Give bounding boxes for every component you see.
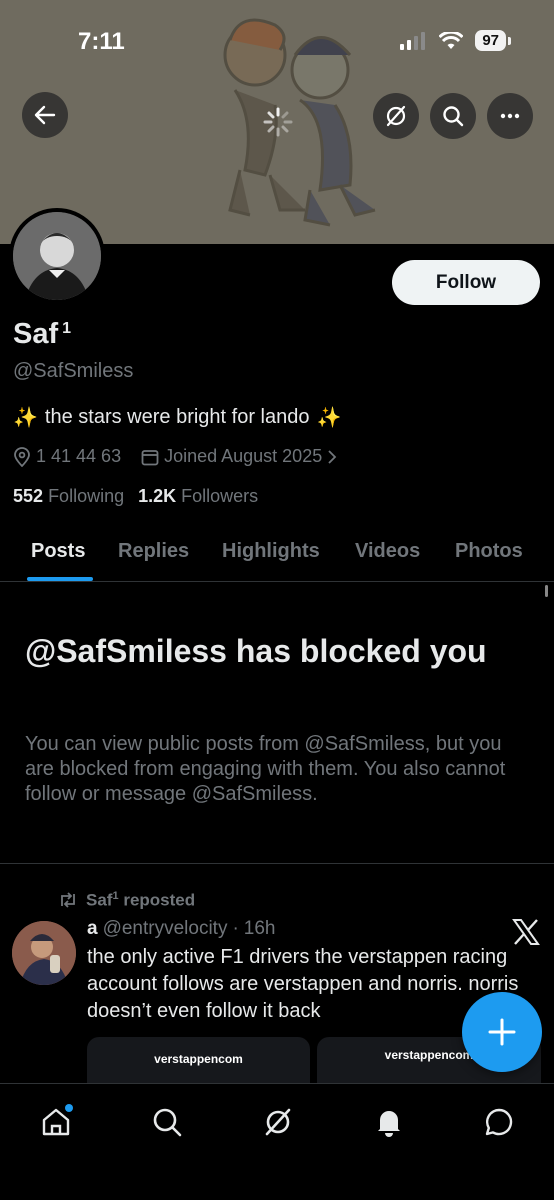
status-icons: 97 [399, 30, 511, 51]
location-text: 1 41 44 63 [36, 446, 122, 466]
name-badge: 1 [62, 320, 72, 337]
messages-icon [485, 1108, 513, 1136]
more-icon [500, 113, 520, 119]
blocked-title: @SafSmiless has blocked you [25, 633, 487, 669]
tab-posts[interactable]: Posts [31, 540, 85, 563]
post-avatar-photo [12, 921, 76, 985]
repost-indicator: Saf1 reposted [58, 890, 195, 911]
plus-icon [488, 1018, 516, 1046]
post-text: the only active F1 drivers the verstappe… [87, 946, 519, 1022]
follow-button[interactable]: Follow [392, 260, 540, 305]
avatar-image [13, 212, 101, 300]
tab-videos[interactable]: Videos [355, 540, 420, 563]
post-media-left[interactable]: verstappencom [87, 1037, 310, 1083]
wifi-icon [439, 31, 464, 49]
search-icon [153, 1108, 182, 1137]
loading-spinner-icon [263, 107, 293, 137]
location-pin-icon [14, 446, 30, 467]
repost-label: reposted [123, 890, 196, 910]
more-button[interactable] [487, 93, 533, 139]
bell-icon [378, 1111, 400, 1137]
nav-home[interactable] [36, 1102, 76, 1142]
repost-by-name: Saf [86, 890, 113, 910]
tab-replies[interactable]: Replies [118, 540, 189, 563]
search-icon [443, 106, 464, 127]
battery-indicator: 97 [475, 30, 511, 51]
display-name-text: Saf [13, 318, 59, 350]
post-header: a @entryvelocity · 16h [87, 918, 276, 940]
nav-messages[interactable] [479, 1102, 519, 1142]
post-author-avatar[interactable] [12, 921, 76, 985]
followers-label: Followers [181, 486, 259, 506]
status-bar: 7:11 97 [0, 0, 554, 80]
profile-bio: ✨ the stars were bright for lando ✨ [13, 405, 341, 430]
x-logo-icon [512, 919, 540, 945]
signal-icon [400, 31, 426, 50]
divider [0, 863, 554, 864]
calendar-icon [141, 449, 159, 465]
nav-search[interactable] [147, 1102, 187, 1142]
grok-icon [265, 1108, 291, 1136]
repost-by[interactable]: Saf1 reposted [86, 890, 195, 911]
sparkles-icon: ✨ [13, 407, 38, 429]
post-separator: · [232, 918, 239, 939]
tab-photos[interactable]: Photos [455, 540, 523, 563]
profile-handle: @SafSmiless [13, 360, 134, 382]
following-label: Following [48, 486, 125, 506]
followers-count: 1.2K [138, 486, 177, 506]
repost-badge: 1 [112, 890, 119, 902]
media-left-label: verstappencom [154, 1052, 243, 1066]
following-count: 552 [13, 486, 44, 506]
post-author-handle[interactable]: @entryvelocity [103, 918, 228, 940]
blocked-message: You can view public posts from @SafSmile… [25, 733, 506, 805]
tab-highlights[interactable]: Highlights [222, 540, 320, 563]
joined-text: Joined August 2025 [164, 446, 323, 466]
profile-counts: 552 Following 1.2K Followers [13, 486, 258, 507]
nav-grok[interactable] [258, 1102, 298, 1142]
scrollbar[interactable] [545, 585, 548, 597]
repost-icon [61, 892, 75, 908]
profile-meta: 1 41 44 63 Joined August 2025 [13, 446, 357, 467]
grok-button[interactable] [373, 93, 419, 139]
sparkles-icon: ✨ [316, 407, 342, 429]
media-right-label: verstappencom [384, 1048, 474, 1062]
profile-avatar[interactable] [9, 208, 105, 304]
compose-button[interactable] [462, 992, 542, 1072]
active-tab-indicator [27, 577, 93, 581]
status-time: 7:11 [78, 28, 125, 55]
search-button[interactable] [430, 93, 476, 139]
nav-notifications[interactable] [369, 1102, 409, 1142]
followers-link[interactable]: 1.2K Followers [138, 486, 258, 507]
profile-location: 1 41 44 63 [13, 446, 121, 467]
back-button[interactable] [22, 92, 68, 138]
post-author-name[interactable]: a [87, 918, 98, 940]
bottom-navigation [0, 1083, 554, 1200]
following-link[interactable]: 552 Following [13, 486, 124, 507]
profile-joined[interactable]: Joined August 2025 [141, 446, 337, 467]
chevron-right-icon [328, 449, 337, 464]
grok-icon [386, 105, 406, 127]
display-name: Saf 1 [13, 318, 71, 351]
bio-text: the stars were bright for lando [44, 406, 310, 428]
arrow-left-icon [34, 105, 56, 125]
post-time: 16h [243, 918, 276, 939]
notification-dot [65, 1104, 73, 1112]
profile-tabs: Posts Replies Highlights Videos Photos [0, 520, 554, 582]
avatar-photo [13, 212, 101, 300]
